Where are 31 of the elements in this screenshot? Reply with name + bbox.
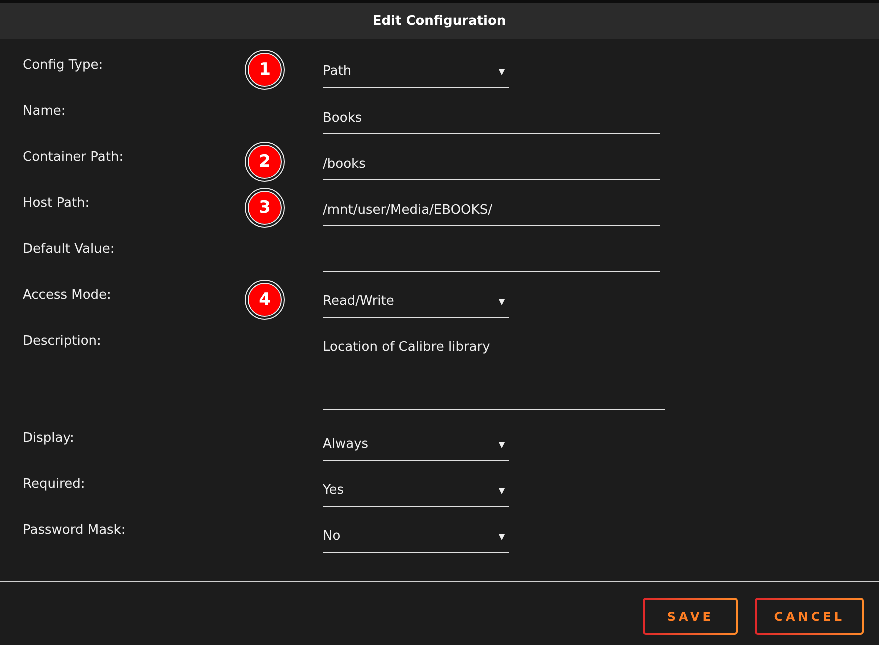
cancel-button[interactable]: CANCEL [755,598,864,635]
numbered-marker: 2 [245,142,285,182]
field-label: Description: [23,334,102,351]
dropdown[interactable]: Yes [323,477,509,507]
dropdown[interactable]: Always [323,431,509,461]
field-label: Default Value: [23,242,115,259]
dialog-title: Edit Configuration [372,14,506,28]
numbered-marker: 3 [245,188,285,228]
caret-icon [499,68,505,76]
dropdown[interactable]: No [323,523,509,553]
field-label: Host Path: [23,196,90,213]
field-label: Access Mode: [23,288,112,305]
field-label: Container Path: [23,150,124,167]
description-field[interactable]: Location of Calibre library [323,334,665,410]
dropdown[interactable]: Path [323,58,509,88]
caret-icon [499,488,505,494]
text-field[interactable]: /books [323,150,660,180]
caret-icon [499,298,505,306]
field-label: Config Type: [23,58,104,75]
caret-icon [499,534,505,540]
field-label: Name: [23,104,66,121]
field-label: Password Mask: [23,523,126,540]
save-button[interactable]: SAVE [643,598,738,635]
dropdown[interactable]: Read/Write [323,288,509,318]
caret-icon [499,442,505,448]
field-label: Required: [23,477,86,494]
numbered-marker: 1 [245,50,285,90]
numbered-marker: 4 [245,280,285,320]
field-label: Display: [23,431,74,448]
text-field[interactable]: /mnt/user/Media/EBOOKS/ [323,196,660,226]
text-field[interactable]: Books [323,104,660,134]
